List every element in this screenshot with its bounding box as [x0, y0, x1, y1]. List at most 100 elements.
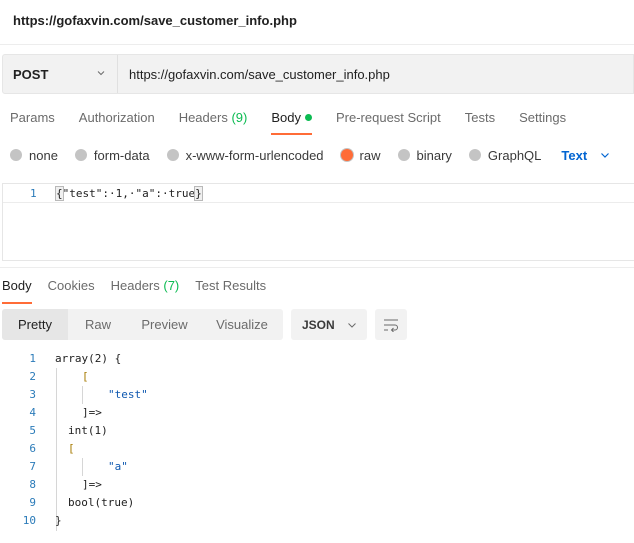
response-format-select[interactable]: JSON — [291, 309, 367, 340]
wrap-lines-button[interactable] — [375, 309, 407, 340]
format-label: JSON — [302, 317, 335, 332]
radio-label: form-data — [93, 147, 150, 163]
chevron-down-icon — [347, 322, 356, 328]
code-line: {"test":·1,·"a":·true} — [55, 186, 203, 201]
code-row: 8 ]=> — [0, 476, 634, 494]
request-body-editor[interactable]: 1 {"test":·1,·"a":·true} — [2, 183, 634, 261]
radio-icon — [468, 149, 481, 161]
raw-format-select[interactable]: Text — [561, 148, 611, 163]
tab-params[interactable]: Params — [10, 104, 55, 132]
line-number: 2 — [29, 370, 36, 383]
tab-label: Headers — [110, 278, 160, 293]
code-line: } — [55, 514, 62, 527]
code-content: "test":·1,·"a":·true — [62, 187, 196, 200]
code-row: 4]=> — [0, 404, 634, 422]
matched-brace: } — [194, 186, 203, 201]
method-select[interactable]: POST — [3, 55, 118, 93]
code-line: ]=> — [82, 406, 102, 419]
radio-label: GraphQL — [487, 147, 542, 163]
line-number: 1 — [30, 187, 37, 200]
resp-tab-headers[interactable]: Headers (7) — [111, 276, 180, 302]
raw-format-label: Text — [561, 147, 588, 163]
body-type-graphql[interactable]: GraphQL — [468, 147, 542, 163]
divider — [0, 267, 634, 268]
code-line: ]=> — [82, 478, 102, 491]
chevron-down-icon — [601, 153, 610, 158]
code-row: 5 int(1) — [0, 422, 634, 440]
tab-body[interactable]: Body — [271, 104, 312, 135]
view-mode-switcher: Pretty Raw Preview Visualize — [2, 309, 283, 340]
code-row: 6[ — [0, 440, 634, 458]
radio-selected-icon — [340, 149, 353, 161]
request-tabs: Params Authorization Headers (9) Body Pr… — [0, 104, 634, 135]
resp-tab-test-results[interactable]: Test Results — [195, 276, 266, 302]
request-url-bar: POST — [2, 54, 634, 94]
tab-settings[interactable]: Settings — [519, 104, 566, 132]
tab-label: Headers — [178, 110, 228, 125]
radio-icon — [10, 149, 22, 161]
code-line: array(2) { — [55, 352, 122, 365]
response-body-viewer[interactable]: 1 array(2) { 2[ 3 "test" 4]=> 5 int(1) 6[ 7… — [0, 350, 634, 540]
radio-icon — [166, 149, 179, 161]
url-input[interactable] — [118, 55, 633, 93]
line-number: 5 — [29, 424, 36, 437]
view-raw[interactable]: Raw — [68, 309, 128, 340]
line-number: 7 — [29, 460, 36, 473]
code-row: 1 array(2) { — [0, 350, 634, 368]
radio-label: none — [29, 147, 58, 163]
request-title: https://gofaxvin.com/save_customer_info.… — [13, 13, 297, 28]
response-tabs: Body Cookies Headers (7) Test Results — [0, 276, 280, 304]
line-number: 10 — [22, 514, 36, 527]
tab-headers[interactable]: Headers (9) — [179, 104, 248, 132]
code-line: "a" — [108, 460, 128, 473]
tab-label: Settings — [519, 110, 567, 125]
matched-brace: { — [55, 186, 64, 201]
code-line: [ — [82, 370, 89, 383]
tab-label: Tests — [464, 110, 496, 125]
view-pretty[interactable]: Pretty — [2, 309, 68, 340]
radio-icon — [74, 149, 87, 161]
method-label: POST — [13, 66, 49, 82]
radio-label: raw — [359, 147, 381, 163]
resp-tab-body[interactable]: Body — [2, 276, 32, 304]
code-line: int(1) — [68, 424, 108, 437]
code-row: 2[ — [0, 368, 634, 386]
code-row: 3 "test" — [0, 386, 634, 404]
view-visualize[interactable]: Visualize — [201, 309, 283, 340]
body-type-raw[interactable]: raw — [340, 147, 381, 163]
tab-authorization[interactable]: Authorization — [79, 104, 155, 132]
title-bar: https://gofaxvin.com/save_customer_info.… — [0, 0, 634, 45]
radio-label: binary — [416, 147, 452, 163]
wrap-lines-icon — [384, 319, 398, 332]
body-type-none[interactable]: none — [10, 148, 58, 163]
code-line: [ — [68, 442, 75, 455]
tab-label: Pre-request Script — [335, 110, 441, 125]
code-line: "test" — [108, 388, 148, 401]
resp-tab-cookies[interactable]: Cookies — [48, 276, 95, 302]
view-preview[interactable]: Preview — [128, 309, 201, 340]
line-number: 6 — [29, 442, 36, 455]
body-type-binary[interactable]: binary — [397, 147, 452, 163]
headers-count: (9) — [231, 110, 248, 125]
code-row: 9 bool(true) — [0, 494, 634, 512]
body-type-urlencoded[interactable]: x-www-form-urlencoded — [166, 148, 324, 163]
headers-count: (7) — [163, 278, 180, 293]
status-dot-icon — [304, 114, 312, 121]
tab-label: Params — [10, 110, 55, 125]
tab-label: Cookies — [47, 278, 95, 293]
body-type-options: none form-data x-www-form-urlencoded raw… — [10, 145, 611, 165]
tab-label: Authorization — [78, 110, 155, 125]
line-number: 9 — [29, 496, 36, 509]
code-line: bool(true) — [68, 496, 135, 509]
body-type-form-data[interactable]: form-data — [74, 147, 150, 163]
line-number: 8 — [29, 478, 36, 491]
radio-icon — [397, 149, 410, 161]
tab-label: Body — [2, 278, 32, 293]
tab-label: Body — [271, 110, 301, 125]
tab-pre-request-script[interactable]: Pre-request Script — [336, 104, 441, 132]
tab-tests[interactable]: Tests — [465, 104, 495, 132]
chevron-down-icon — [97, 71, 105, 76]
code-row: 10} — [0, 512, 634, 530]
code-row: 7 "a" — [0, 458, 634, 476]
tab-label: Test Results — [195, 278, 267, 293]
